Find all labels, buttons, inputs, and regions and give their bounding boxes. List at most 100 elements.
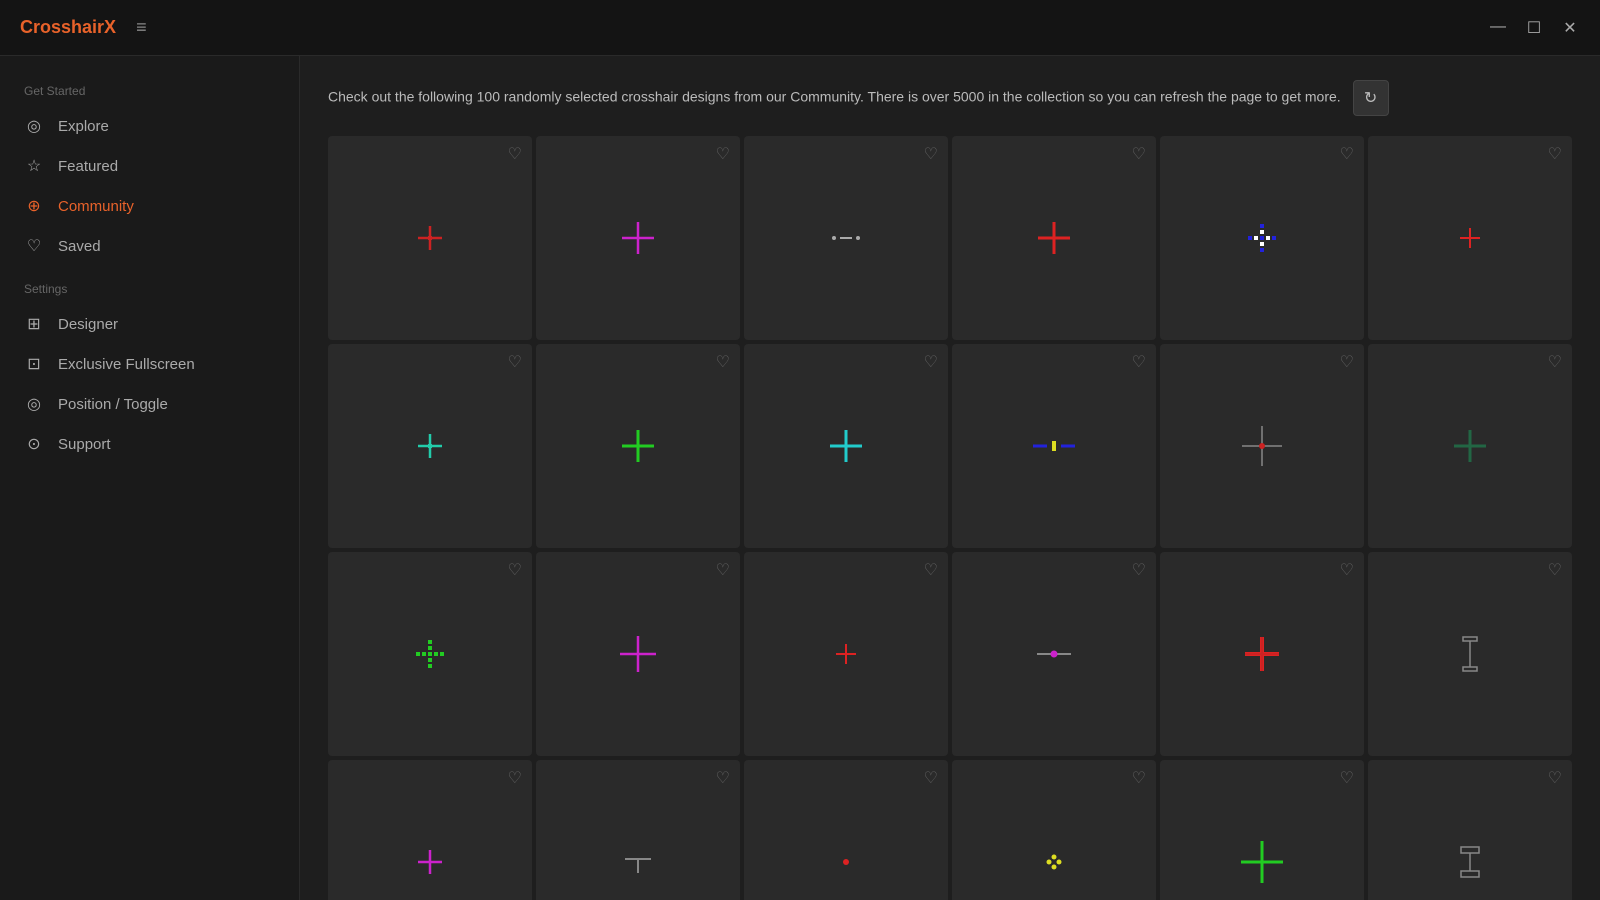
crosshair-card-5[interactable]: ♡ xyxy=(1160,136,1364,340)
heart-button-1[interactable]: ♡ xyxy=(508,144,522,164)
designer-icon: ⊞ xyxy=(24,314,44,334)
crosshair-card-3[interactable]: ♡ xyxy=(744,136,948,340)
minimize-button[interactable]: — xyxy=(1488,18,1508,38)
close-button[interactable]: ✕ xyxy=(1560,18,1580,38)
crosshair-card-2[interactable]: ♡ xyxy=(536,136,740,340)
crosshair-card-7[interactable]: ♡ xyxy=(328,344,532,548)
crosshair-svg-21 xyxy=(826,842,866,882)
heart-button-19[interactable]: ♡ xyxy=(508,768,522,788)
crosshair-svg-8 xyxy=(616,424,660,468)
sidebar-label-saved: Saved xyxy=(58,238,101,255)
main-layout: Get Started ◎ Explore ☆ Featured ⊕ Commu… xyxy=(0,56,1600,900)
crosshair-card-19[interactable]: ♡ xyxy=(328,760,532,900)
crosshair-card-16[interactable]: ♡ xyxy=(952,552,1156,756)
crosshair-card-15[interactable]: ♡ xyxy=(744,552,948,756)
heart-button-15[interactable]: ♡ xyxy=(924,560,938,580)
crosshair-svg-14 xyxy=(616,632,660,676)
hamburger-menu[interactable]: ≡ xyxy=(136,17,148,38)
crosshair-card-9[interactable]: ♡ xyxy=(744,344,948,548)
heart-button-21[interactable]: ♡ xyxy=(924,768,938,788)
heart-button-17[interactable]: ♡ xyxy=(1340,560,1354,580)
crosshair-card-24[interactable]: ♡ xyxy=(1368,760,1572,900)
crosshair-card-8[interactable]: ♡ xyxy=(536,344,740,548)
heart-button-9[interactable]: ♡ xyxy=(924,352,938,372)
heart-button-14[interactable]: ♡ xyxy=(716,560,730,580)
crosshair-card-23[interactable]: ♡ xyxy=(1160,760,1364,900)
intro-text-content: Check out the following 100 randomly sel… xyxy=(328,89,1341,105)
sidebar-label-community: Community xyxy=(58,198,134,215)
crosshair-svg-15 xyxy=(826,634,866,674)
heart-button-11[interactable]: ♡ xyxy=(1340,352,1354,372)
maximize-button[interactable]: ☐ xyxy=(1524,18,1544,38)
crosshair-card-20[interactable]: ♡ xyxy=(536,760,740,900)
heart-button-6[interactable]: ♡ xyxy=(1548,144,1562,164)
fullscreen-icon: ⊡ xyxy=(24,354,44,374)
heart-button-7[interactable]: ♡ xyxy=(508,352,522,372)
sidebar-item-position-toggle[interactable]: ◎ Position / Toggle xyxy=(0,384,299,424)
crosshair-svg-5 xyxy=(1240,216,1284,260)
heart-button-13[interactable]: ♡ xyxy=(508,560,522,580)
sidebar-label-support: Support xyxy=(58,436,111,453)
heart-button-16[interactable]: ♡ xyxy=(1132,560,1146,580)
sidebar-item-explore[interactable]: ◎ Explore xyxy=(0,106,299,146)
content-area: Check out the following 100 randomly sel… xyxy=(300,56,1600,900)
crosshair-card-6[interactable]: ♡ xyxy=(1368,136,1572,340)
heart-button-10[interactable]: ♡ xyxy=(1132,352,1146,372)
crosshair-svg-18 xyxy=(1445,629,1495,679)
heart-button-23[interactable]: ♡ xyxy=(1340,768,1354,788)
heart-button-4[interactable]: ♡ xyxy=(1132,144,1146,164)
intro-text: Check out the following 100 randomly sel… xyxy=(328,80,1428,116)
sidebar-label-explore: Explore xyxy=(58,118,109,135)
crosshair-card-18[interactable]: ♡ xyxy=(1368,552,1572,756)
sidebar-item-designer[interactable]: ⊞ Designer xyxy=(0,304,299,344)
app-title: CrosshairX xyxy=(20,17,116,38)
heart-button-12[interactable]: ♡ xyxy=(1548,352,1562,372)
title-bar: CrosshairX ≡ — ☐ ✕ xyxy=(0,0,1600,56)
crosshair-card-4[interactable]: ♡ xyxy=(952,136,1156,340)
sidebar-label-position-toggle: Position / Toggle xyxy=(58,396,168,413)
heart-button-22[interactable]: ♡ xyxy=(1132,768,1146,788)
crosshair-svg-11 xyxy=(1237,421,1287,471)
crosshair-svg-6 xyxy=(1450,218,1490,258)
window-controls: — ☐ ✕ xyxy=(1488,18,1580,38)
saved-icon: ♡ xyxy=(24,236,44,256)
crosshair-svg-4 xyxy=(1032,216,1076,260)
crosshair-grid: ♡ ♡ ♡ xyxy=(328,136,1572,900)
sidebar-item-support[interactable]: ⊙ Support xyxy=(0,424,299,464)
heart-button-8[interactable]: ♡ xyxy=(716,352,730,372)
heart-button-18[interactable]: ♡ xyxy=(1548,560,1562,580)
sidebar-item-saved[interactable]: ♡ Saved xyxy=(0,226,299,266)
crosshair-card-12[interactable]: ♡ xyxy=(1368,344,1572,548)
sidebar-label-featured: Featured xyxy=(58,158,118,175)
crosshair-card-13[interactable]: ♡ xyxy=(328,552,532,756)
sidebar-item-exclusive-fullscreen[interactable]: ⊡ Exclusive Fullscreen xyxy=(0,344,299,384)
heart-button-3[interactable]: ♡ xyxy=(924,144,938,164)
crosshair-card-10[interactable]: ♡ xyxy=(952,344,1156,548)
crosshair-svg-17 xyxy=(1237,629,1287,679)
sidebar-item-featured[interactable]: ☆ Featured xyxy=(0,146,299,186)
app-title-text: Crosshair xyxy=(20,17,104,37)
heart-button-2[interactable]: ♡ xyxy=(716,144,730,164)
crosshair-card-17[interactable]: ♡ xyxy=(1160,552,1364,756)
crosshair-card-1[interactable]: ♡ xyxy=(328,136,532,340)
crosshair-card-21[interactable]: ♡ xyxy=(744,760,948,900)
position-icon: ◎ xyxy=(24,394,44,414)
heart-button-5[interactable]: ♡ xyxy=(1340,144,1354,164)
crosshair-svg-7 xyxy=(410,426,450,466)
crosshair-svg-16 xyxy=(1029,629,1079,679)
crosshair-svg-24 xyxy=(1445,837,1495,887)
crosshair-card-22[interactable]: ♡ xyxy=(952,760,1156,900)
crosshair-svg-20 xyxy=(613,837,663,887)
settings-label: Settings xyxy=(0,282,299,296)
refresh-button[interactable]: ↻ xyxy=(1353,80,1389,116)
sidebar-item-community[interactable]: ⊕ Community xyxy=(0,186,299,226)
crosshair-svg-1 xyxy=(410,218,450,258)
title-bar-left: CrosshairX ≡ xyxy=(20,17,148,38)
crosshair-card-11[interactable]: ♡ xyxy=(1160,344,1364,548)
heart-button-24[interactable]: ♡ xyxy=(1548,768,1562,788)
support-icon: ⊙ xyxy=(24,434,44,454)
explore-icon: ◎ xyxy=(24,116,44,136)
crosshair-card-14[interactable]: ♡ xyxy=(536,552,740,756)
heart-button-20[interactable]: ♡ xyxy=(716,768,730,788)
sidebar: Get Started ◎ Explore ☆ Featured ⊕ Commu… xyxy=(0,56,300,900)
